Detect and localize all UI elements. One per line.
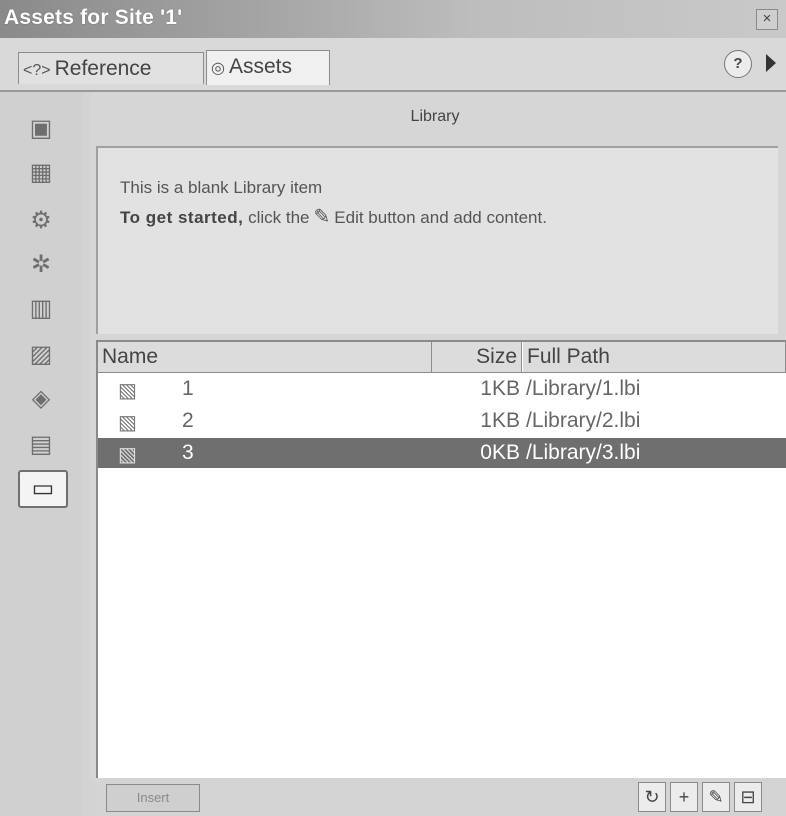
- urls-icon[interactable]: ⚙: [18, 204, 64, 238]
- delete-button[interactable]: ⊟: [734, 782, 762, 812]
- colors-icon[interactable]: ▦: [18, 156, 64, 190]
- item-path: /Library/1.lbi: [526, 377, 641, 400]
- table-row-selected[interactable]: ▧ 3 0KB /Library/3.lbi: [98, 438, 786, 468]
- assets-icon: ◎: [211, 60, 225, 77]
- tab-assets[interactable]: ◎ Assets: [206, 50, 330, 85]
- refresh-icon: ↻: [644, 787, 660, 807]
- item-size: 1KB: [480, 377, 520, 400]
- movies-icon[interactable]: ▨: [18, 338, 64, 372]
- item-name: 1: [182, 377, 194, 400]
- tab-assets-label: Assets: [228, 55, 292, 78]
- scripts-icon[interactable]: ◈: [18, 382, 64, 416]
- edit-icon: ✎: [313, 206, 331, 228]
- refresh-button[interactable]: ↻: [638, 782, 666, 812]
- item-size: 1KB: [480, 409, 520, 432]
- panel-tabs: <?> Reference ◎ Assets: [0, 38, 786, 92]
- column-header-size[interactable]: Size: [432, 342, 522, 372]
- trash-icon: ⊟: [740, 787, 756, 807]
- library-preview: This is a blank Library item To get star…: [96, 146, 778, 334]
- images-icon[interactable]: ▣: [18, 112, 64, 146]
- library-item-icon: ▧: [118, 444, 137, 466]
- panel-menu-arrow-icon[interactable]: [766, 54, 776, 72]
- tab-reference-label: Reference: [54, 57, 152, 80]
- library-panel: Library This is a blank Library item To …: [90, 92, 786, 816]
- close-icon: ×: [762, 10, 772, 27]
- shockwave-icon[interactable]: ▥: [18, 292, 64, 326]
- library-item-icon: ▧: [118, 380, 137, 402]
- tab-reference[interactable]: <?> Reference: [18, 52, 204, 84]
- new-item-button[interactable]: +: [670, 782, 698, 812]
- help-button[interactable]: ?: [724, 50, 752, 78]
- table-row[interactable]: ▧ 2 1KB /Library/2.lbi: [98, 406, 786, 436]
- help-icon: ?: [733, 55, 743, 72]
- insert-button[interactable]: Insert: [106, 784, 200, 812]
- library-item-icon: ▧: [118, 412, 137, 434]
- table-row[interactable]: ▧ 1 1KB /Library/1.lbi: [98, 374, 786, 404]
- item-path: /Library/3.lbi: [526, 441, 641, 464]
- flash-icon[interactable]: ✲: [18, 248, 64, 282]
- window-titlebar: Assets for Site '1' ×: [0, 0, 786, 39]
- column-header-name[interactable]: Name: [98, 342, 432, 372]
- asset-category-sidebar: ▣ ▦ ⚙ ✲ ▥ ▨ ◈ ▤ ▭: [0, 92, 82, 816]
- preview-instructions-pre: click the: [243, 208, 310, 227]
- item-name: 3: [182, 441, 194, 464]
- edit-button[interactable]: ✎: [702, 782, 730, 812]
- preview-instructions-bold: To get started,: [120, 208, 244, 227]
- preview-blank-message: This is a blank Library item: [120, 178, 323, 197]
- preview-instructions: To get started, click the ✎ Edit button an…: [120, 204, 547, 229]
- edit-icon: ✎: [708, 787, 724, 807]
- panel-bottom-toolbar: Insert ↻ + ✎ ⊟: [90, 778, 786, 816]
- reference-icon: <?>: [23, 62, 51, 79]
- library-icon[interactable]: ▭: [18, 470, 68, 508]
- library-item-list: Name Size Full Path ▧ 1 1KB /Library/1.l…: [96, 340, 786, 778]
- templates-icon[interactable]: ▤: [18, 428, 64, 462]
- preview-instructions-post: Edit button and add content.: [334, 208, 547, 227]
- list-header: Name Size Full Path: [98, 342, 786, 373]
- plus-icon: +: [678, 787, 690, 807]
- item-size: 0KB: [480, 441, 520, 464]
- window-title: Assets for Site '1': [4, 6, 183, 29]
- column-header-path[interactable]: Full Path: [522, 342, 786, 372]
- item-name: 2: [182, 409, 194, 432]
- panel-title: Library: [410, 108, 460, 125]
- close-button[interactable]: ×: [756, 9, 778, 30]
- item-path: /Library/2.lbi: [526, 409, 641, 432]
